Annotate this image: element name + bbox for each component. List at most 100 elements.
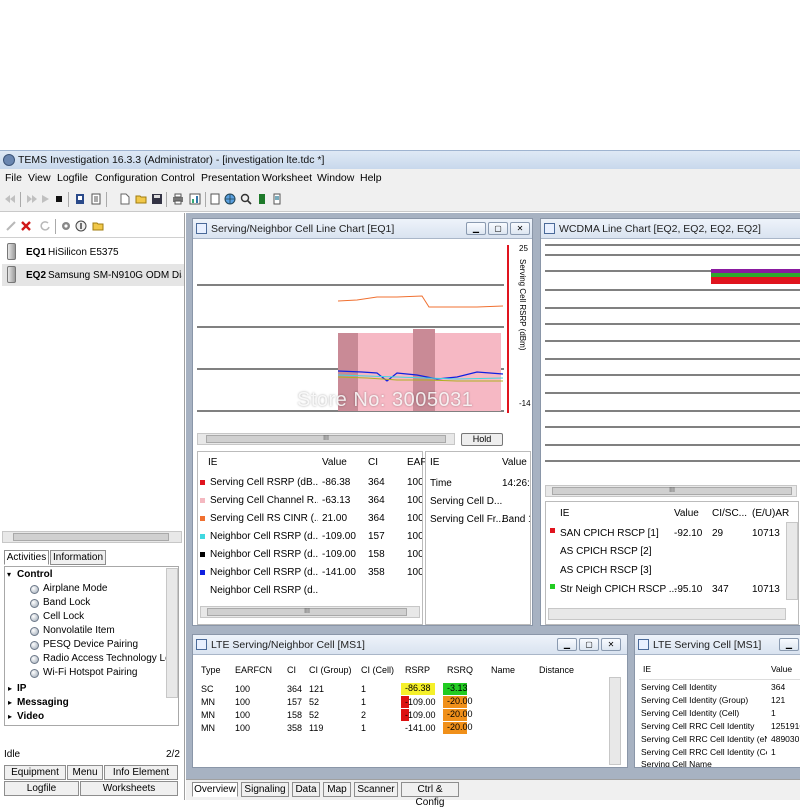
equipment-row-eq1[interactable]: EQ1 HiSilicon E5375: [2, 241, 184, 263]
lte-neighbor-vscroll[interactable]: [609, 677, 621, 765]
table-row[interactable]: Neighbor Cell RSRP (d... -109.00 157 100: [198, 528, 422, 546]
menu-worksheet[interactable]: Worksheet: [262, 172, 312, 184]
rewind-icon[interactable]: [4, 193, 16, 205]
table-row[interactable]: MN 100 158 52 2 -109.00 -20.00: [197, 709, 617, 722]
col-value[interactable]: Value: [674, 508, 699, 519]
menu-configuration[interactable]: Configuration: [95, 172, 157, 184]
hold-button[interactable]: Hold: [461, 433, 503, 446]
scroll-thumb[interactable]: III: [206, 435, 446, 443]
activity-nonvolatile-item[interactable]: Nonvolatile Item: [43, 625, 115, 636]
group-ip[interactable]: IP: [17, 683, 26, 694]
maximize-button[interactable]: ▢: [579, 638, 599, 651]
col-distance[interactable]: Distance: [539, 665, 574, 675]
record-icon[interactable]: [74, 193, 86, 205]
disconnect-icon[interactable]: [20, 220, 32, 232]
col-arfcn[interactable]: (E/U)AR: [752, 508, 789, 519]
tab-activities[interactable]: Activities: [4, 550, 49, 565]
logfile-icon[interactable]: [90, 193, 102, 205]
col-ci-cell[interactable]: CI (Cell): [361, 665, 394, 675]
menu-help[interactable]: Help: [360, 172, 382, 184]
tab-map[interactable]: Map: [323, 782, 351, 797]
new-file-icon[interactable]: [119, 193, 131, 205]
equipment-row-eq2[interactable]: EQ2 Samsung SM-N910G ODM Diag: [2, 264, 184, 286]
open-folder-icon[interactable]: [135, 193, 147, 205]
activity-rat-lock[interactable]: Radio Access Technology Lock: [43, 653, 166, 664]
col-value[interactable]: Value: [771, 664, 792, 674]
expand-icon[interactable]: ▸: [8, 698, 12, 707]
col-ie[interactable]: IE: [208, 457, 217, 468]
table-row[interactable]: Neighbor Cell RSRP (d... -109.00 158 100: [198, 546, 422, 564]
table-row[interactable]: Serving Cell RS CINR (... 21.00 364 100: [198, 510, 422, 528]
tab-logfile[interactable]: Logfile: [4, 781, 79, 796]
refresh-icon[interactable]: [39, 220, 51, 232]
activity-airplane-mode[interactable]: Airplane Mode: [43, 583, 107, 594]
wcdma-chart-hscroll[interactable]: III: [545, 485, 797, 497]
menu-logfile[interactable]: Logfile: [57, 172, 88, 184]
col-value[interactable]: Value: [502, 457, 527, 468]
tab-signaling[interactable]: Signaling: [241, 782, 289, 797]
maximize-button[interactable]: ▢: [488, 222, 508, 235]
tab-scanner[interactable]: Scanner: [354, 782, 398, 797]
col-rsrq[interactable]: RSRQ: [447, 665, 473, 675]
tab-data[interactable]: Data: [292, 782, 320, 797]
col-earfcn[interactable]: EARFCN: [235, 665, 272, 675]
group-messaging[interactable]: Messaging: [17, 697, 69, 708]
connect-icon[interactable]: [5, 220, 17, 232]
tab-worksheets[interactable]: Worksheets: [80, 781, 178, 796]
table-row[interactable]: MN 100 358 119 1 -141.00 -20.00: [197, 722, 617, 735]
col-ci[interactable]: CI: [368, 457, 378, 468]
col-earfcn[interactable]: EAF: [407, 457, 426, 468]
tab-overview[interactable]: Overview: [192, 782, 238, 797]
gear-icon[interactable]: [60, 220, 72, 232]
menu-window[interactable]: Window: [317, 172, 354, 184]
table-row[interactable]: Serving Cell Channel R... -63.13 364 100: [198, 492, 422, 510]
table-row[interactable]: MN 100 157 52 1 -109.00 -20.00: [197, 696, 617, 709]
col-name[interactable]: Name: [491, 665, 515, 675]
properties-icon[interactable]: [75, 220, 87, 232]
activities-vscroll[interactable]: [166, 568, 178, 698]
document-icon[interactable]: [209, 193, 221, 205]
save-icon[interactable]: [151, 193, 163, 205]
menu-file[interactable]: File: [5, 172, 22, 184]
device-icon[interactable]: [271, 193, 283, 205]
tab-info-element[interactable]: Info Element: [104, 765, 178, 780]
search-icon[interactable]: [240, 193, 252, 205]
activity-wifi-hotspot-pairing[interactable]: Wi-Fi Hotspot Pairing: [43, 667, 137, 678]
tab-ctrl-config[interactable]: Ctrl & Config: [401, 782, 459, 808]
table-row[interactable]: Neighbor Cell RSRP (d... -141.00 358 100: [198, 564, 422, 582]
menu-presentation[interactable]: Presentation: [201, 172, 260, 184]
close-button[interactable]: ✕: [510, 222, 530, 235]
table-row[interactable]: Neighbor Cell RSRP (d...: [198, 582, 422, 600]
minimize-button[interactable]: ▁: [779, 638, 799, 651]
play-icon[interactable]: [39, 193, 51, 205]
scroll-thumb[interactable]: III: [207, 608, 407, 616]
collapse-icon[interactable]: ▾: [7, 570, 11, 579]
minimize-button[interactable]: ▁: [557, 638, 577, 651]
col-ci[interactable]: CI: [287, 665, 296, 675]
wcdma-table-vscroll[interactable]: [786, 522, 798, 600]
tab-menu[interactable]: Menu: [67, 765, 103, 780]
activity-pesq-device-pairing[interactable]: PESQ Device Pairing: [43, 639, 138, 650]
col-ci-group[interactable]: CI (Group): [309, 665, 352, 675]
scroll-thumb[interactable]: [13, 533, 169, 541]
col-rsrp[interactable]: RSRP: [405, 665, 430, 675]
table-row[interactable]: SC 100 364 121 1 -86.38 -3.13: [197, 683, 617, 696]
globe-icon[interactable]: [224, 193, 236, 205]
scroll-thumb[interactable]: III: [552, 487, 792, 495]
stop-icon[interactable]: [53, 193, 65, 205]
group-video[interactable]: Video: [17, 711, 44, 722]
fast-forward-icon[interactable]: [26, 193, 38, 205]
col-value[interactable]: Value: [322, 457, 347, 468]
menu-control[interactable]: Control: [161, 172, 195, 184]
col-ie[interactable]: IE: [560, 508, 569, 519]
col-ie[interactable]: IE: [430, 457, 439, 468]
col-ci-sc[interactable]: CI/SC...: [712, 508, 747, 519]
wcdma-table-hscroll[interactable]: [548, 608, 786, 620]
minimize-button[interactable]: ▁: [466, 222, 486, 235]
activity-cell-lock[interactable]: Cell Lock: [43, 611, 84, 622]
expand-icon[interactable]: ▸: [8, 712, 12, 721]
table-row[interactable]: Serving Cell RSRP (dB... -86.38 364 100: [198, 474, 422, 492]
col-ie[interactable]: IE: [643, 664, 651, 674]
activity-band-lock[interactable]: Band Lock: [43, 597, 90, 608]
col-type[interactable]: Type: [201, 665, 221, 675]
